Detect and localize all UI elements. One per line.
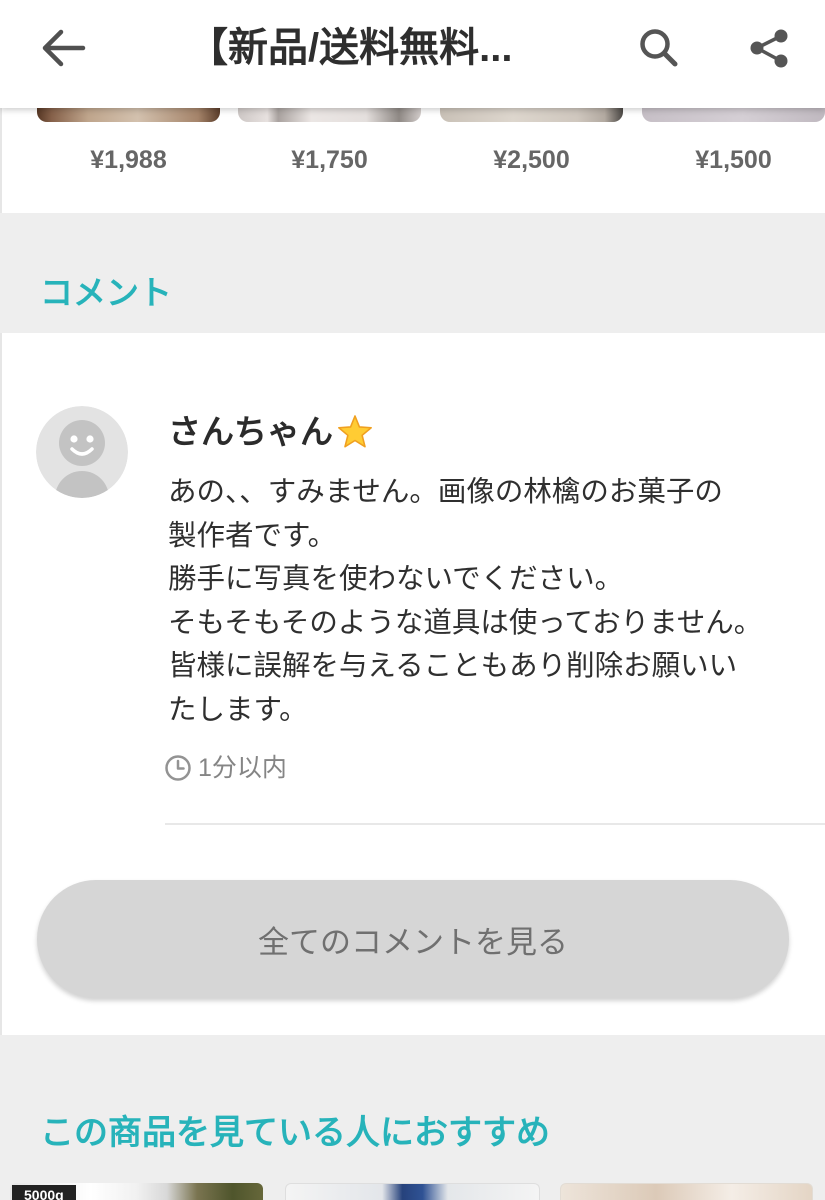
related-item-price: ¥1,750	[291, 146, 368, 174]
default-avatar-icon	[36, 406, 128, 498]
comment-text-line: 勝手に写真を使わないでください。	[168, 563, 624, 595]
page-title: 【新品/送料無料...	[188, 26, 513, 70]
comment-timestamp: 1分以内	[164, 754, 287, 782]
share-button[interactable]	[746, 24, 794, 72]
related-item-price: ¥2,500	[493, 146, 570, 174]
comment-username: さんちゃん	[168, 413, 333, 450]
search-icon	[640, 29, 678, 67]
recommended-item-badge: 5000g	[12, 1185, 76, 1200]
recommended-item[interactable]	[285, 1183, 540, 1200]
comment-text-line: 皆様に誤解を与えることもあり削除お願いい	[168, 650, 738, 682]
comments-section-header: コメント	[0, 213, 825, 333]
search-button[interactable]	[635, 24, 683, 72]
comment-text: あの、、すみません。画像の林檎のお菓子の 製作者です。 勝手に写真を使わないでく…	[168, 471, 762, 732]
comments-section: さんちゃん あの、、すみません。画像の林檎のお菓子の 製作者です。 勝手に写真を…	[0, 333, 825, 1035]
clock-icon	[165, 755, 191, 781]
comment-divider	[165, 823, 825, 825]
star-icon	[338, 415, 372, 448]
related-item-price: ¥1,500	[695, 146, 772, 174]
recommended-item[interactable]: 5000g	[10, 1183, 263, 1200]
comment-text-line: あの、、すみません。画像の林檎のお菓子の	[168, 476, 723, 508]
arrow-left-icon	[42, 29, 86, 67]
user-avatar[interactable]	[36, 406, 128, 498]
app-header: 【新品/送料無料...	[0, 0, 825, 108]
recommended-item[interactable]	[560, 1183, 813, 1200]
share-icon	[750, 29, 788, 68]
recommend-heading: この商品を見ている人におすすめ	[40, 1114, 550, 1152]
comment-text-line: そもそもそのような道具は使っておりません。	[168, 606, 763, 639]
recommend-section: この商品を見ている人におすすめ 5000g	[0, 1035, 825, 1200]
comment-text-line: 製作者です。	[168, 519, 337, 552]
comment-author[interactable]: さんちゃん	[168, 412, 374, 452]
comment-time: 1分以内	[198, 754, 287, 782]
comment-text-line: たします。	[168, 693, 308, 726]
view-all-comments-button[interactable]: 全てのコメントを見る	[37, 880, 789, 998]
comments-heading: コメント	[40, 274, 172, 311]
related-item-price: ¥1,988	[90, 146, 167, 174]
back-button[interactable]	[40, 24, 88, 72]
